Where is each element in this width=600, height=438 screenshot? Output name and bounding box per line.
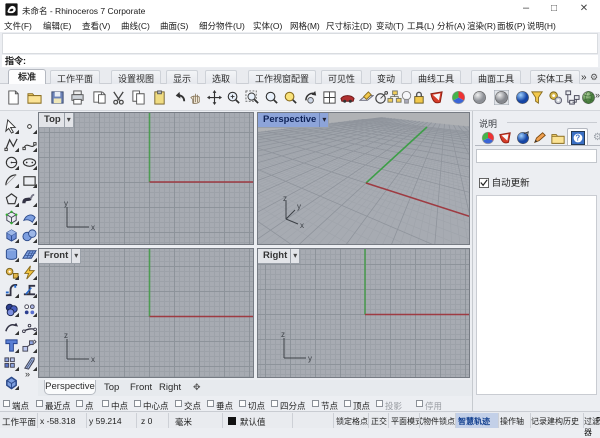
svg-text:x: x <box>91 223 95 232</box>
svg-text:y: y <box>64 199 68 208</box>
svg-text:z: z <box>64 331 68 340</box>
svg-text:?: ? <box>575 134 580 143</box>
svg-text:y: y <box>297 202 301 211</box>
svg-text:x: x <box>300 221 304 229</box>
svg-text:y: y <box>308 354 312 363</box>
svg-text:x: x <box>91 355 95 364</box>
svg-text:z: z <box>283 195 287 203</box>
svg-text:z: z <box>281 330 285 339</box>
